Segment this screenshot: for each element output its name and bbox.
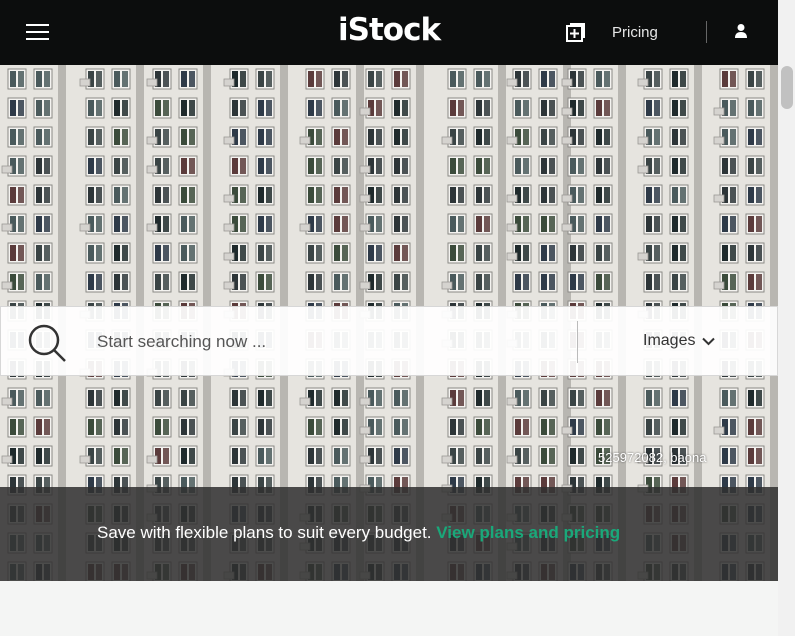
user-icon[interactable]: [734, 23, 748, 40]
image-credit: 525972082, baona: [598, 450, 707, 465]
top-navigation-bar: iStock Pricing: [0, 0, 778, 65]
search-separator: [577, 321, 578, 363]
menu-icon[interactable]: [26, 24, 49, 41]
board-add-icon[interactable]: [566, 22, 586, 42]
istock-logo[interactable]: iStock: [338, 12, 441, 48]
search-bar: Images: [0, 306, 778, 376]
scrollbar-thumb[interactable]: [781, 66, 793, 109]
pricing-link[interactable]: Pricing: [612, 24, 658, 41]
promo-banner: Save with flexible plans to suit every b…: [0, 487, 778, 581]
media-type-dropdown[interactable]: Images: [643, 332, 716, 350]
view-plans-link[interactable]: View plans and pricing: [436, 523, 620, 542]
header-divider: [706, 21, 707, 43]
promo-message: Save with flexible plans to suit every b…: [97, 523, 437, 542]
search-input[interactable]: [97, 327, 557, 357]
promo-text-wrapper: Save with flexible plans to suit every b…: [97, 523, 620, 543]
search-icon[interactable]: [27, 323, 67, 363]
chevron-down-icon: [702, 337, 716, 345]
hero-banner: Images 525972082, baona Save with flexib…: [0, 65, 778, 581]
media-type-label: Images: [643, 332, 696, 349]
